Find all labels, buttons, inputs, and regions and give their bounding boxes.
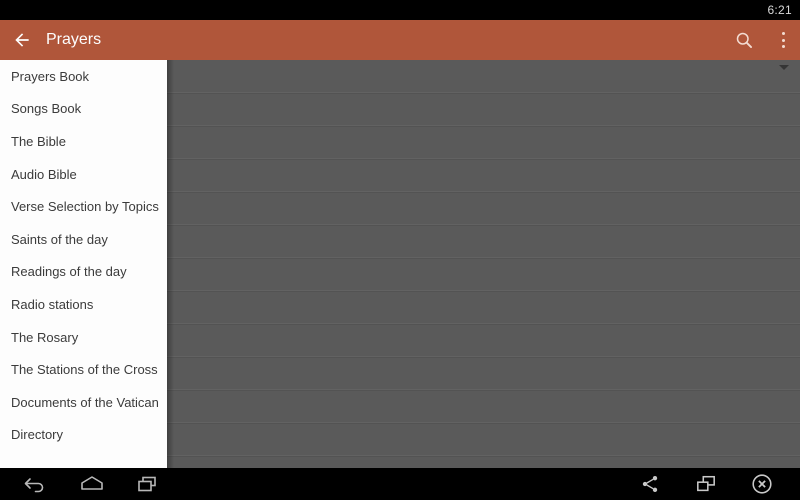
device-screen: 6:21 Prayers Prayers Book Songs Book The… [0,0,800,500]
arrow-left-icon [12,30,32,50]
search-button[interactable] [722,20,766,60]
drawer-item-label: Verse Selection by Topics [11,199,159,215]
overflow-menu-button[interactable] [766,20,800,60]
drawer-item[interactable]: Documents of the Vatican [0,386,167,419]
app-bar: Prayers [0,20,800,60]
search-icon [734,30,754,50]
drawer-item[interactable]: Readings of the day [0,256,167,289]
drawer-item[interactable]: The Bible [0,125,167,158]
share-icon [640,474,660,494]
drawer-item[interactable] [0,451,167,468]
close-icon [751,473,773,495]
system-navigation-bar [0,468,800,500]
status-clock: 6:21 [767,3,792,17]
drawer-item[interactable]: Verse Selection by Topics [0,190,167,223]
recents-nav-button[interactable] [120,468,176,500]
drawer-item[interactable]: Saints of the day [0,223,167,256]
recents-nav-icon [135,474,161,494]
close-button[interactable] [734,468,790,500]
drawer-item[interactable]: Directory [0,419,167,452]
drawer-item[interactable]: The Rosary [0,321,167,354]
back-nav-button[interactable] [8,468,64,500]
navigation-drawer[interactable]: Prayers Book Songs Book The Bible Audio Bib… [0,60,167,468]
overflow-menu-icon [781,30,785,49]
drawer-item-label: The Stations of the Cross [11,362,158,378]
drawer-item-label: Documents of the Vatican [11,394,159,410]
drawer-item[interactable]: Songs Book [0,93,167,126]
drawer-item[interactable]: Radio stations [0,288,167,321]
drawer-item-label: Saints of the day [11,231,108,247]
drawer-item[interactable]: The Stations of the Cross [0,353,167,386]
chevron-down-icon[interactable] [779,65,789,70]
screenshot-icon [695,474,717,494]
nav-actions [622,468,800,500]
back-button[interactable] [0,20,44,60]
screenshot-button[interactable] [678,468,734,500]
drawer-item[interactable]: Audio Bible [0,158,167,191]
drawer-item-label: Audio Bible [11,166,77,182]
nav-keys [0,468,176,500]
drawer-item[interactable]: Prayers Book [0,60,167,93]
drawer-item-label: Radio stations [11,296,94,312]
home-nav-icon [79,474,105,494]
home-nav-button[interactable] [64,468,120,500]
back-nav-icon [23,474,49,494]
drawer-item-label: Readings of the day [11,264,127,280]
share-button[interactable] [622,468,678,500]
drawer-item-label: Directory [11,427,64,443]
drawer-item-label: Prayers Book [11,68,90,84]
drawer-item-label: Songs Book [11,101,82,117]
status-bar: 6:21 [0,0,800,20]
drawer-item-label: The Bible [11,133,66,149]
page-title: Prayers [46,31,102,48]
drawer-item-label: The Rosary [11,329,79,345]
